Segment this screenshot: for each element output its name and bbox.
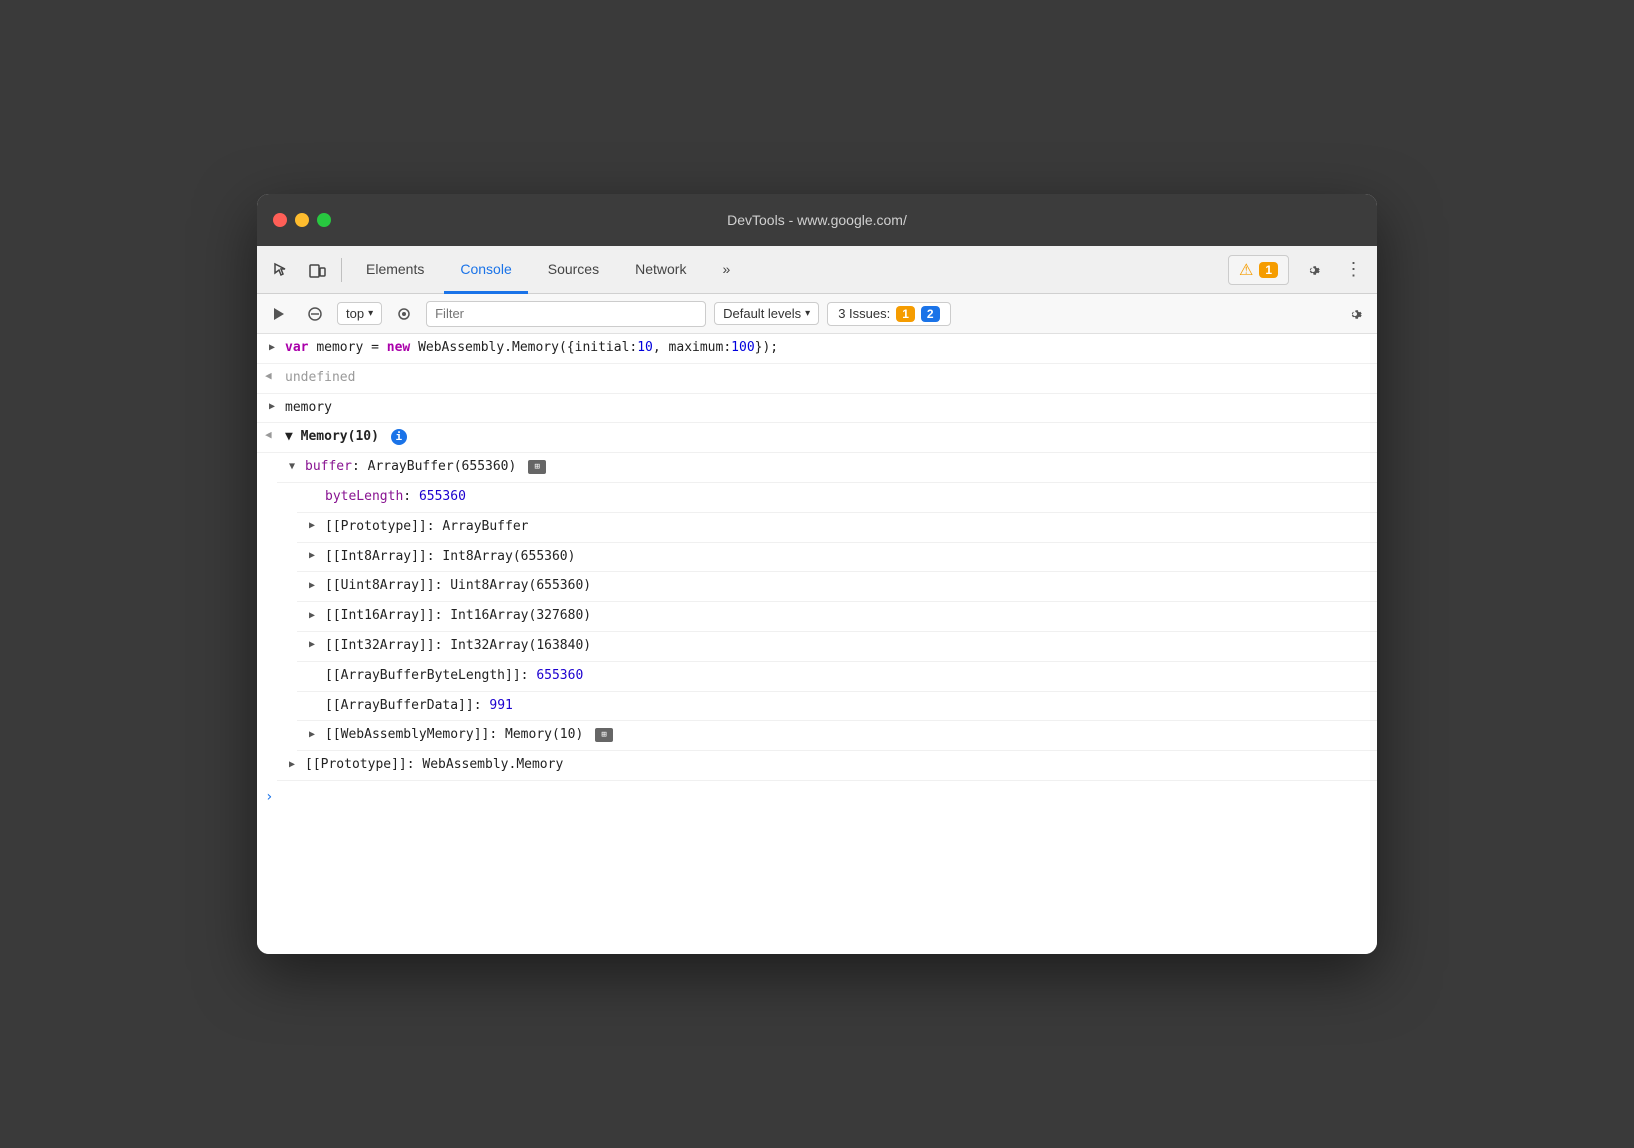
warning-count: 1 (1259, 262, 1278, 278)
warnings-button[interactable]: ⚠ 1 (1228, 255, 1289, 285)
levels-label: Default levels (723, 306, 801, 321)
prototype2-text: [[Prototype]]: WebAssembly.Memory (305, 755, 1369, 776)
undefined-text: undefined (285, 368, 1369, 389)
ellipsis-icon: ⋮ (1345, 259, 1362, 280)
buffer-db-icon: ⊞ (528, 460, 546, 474)
execute-script-button[interactable] (265, 300, 293, 328)
console-prompt[interactable]: › (257, 781, 1377, 813)
more-options-button[interactable]: ⋮ (1337, 254, 1369, 286)
prompt-arrow-icon: › (265, 789, 273, 805)
console-toolbar: top ▾ Default levels ▾ 3 Issues: 1 2 (257, 294, 1377, 334)
console-line-buffer: ▼ buffer: ArrayBuffer(655360) ⊞ (277, 453, 1377, 483)
levels-arrow-icon: ▾ (805, 308, 810, 319)
prototype1-text: [[Prototype]]: ArrayBuffer (325, 517, 1369, 538)
tab-elements[interactable]: Elements (350, 246, 440, 294)
context-selector[interactable]: top ▾ (337, 302, 382, 325)
console-line-int16: [[Int16Array]]: Int16Array(327680) (297, 602, 1377, 632)
memory-text: memory (285, 398, 1369, 419)
console-line-prototype1: [[Prototype]]: ArrayBuffer (297, 513, 1377, 543)
console-line-prototype2: [[Prototype]]: WebAssembly.Memory (277, 751, 1377, 781)
device-toolbar-button[interactable] (301, 254, 333, 286)
webassemblymemory-expand-button[interactable] (305, 727, 319, 741)
console-line-webassemblymemory: [[WebAssemblyMemory]]: Memory(10) ⊞ (297, 721, 1377, 751)
arraybufferbylength-text: [[ArrayBufferByteLength]]: 655360 (325, 666, 1369, 687)
maximize-button[interactable] (317, 213, 331, 227)
tab-network[interactable]: Network (619, 246, 702, 294)
minimize-button[interactable] (295, 213, 309, 227)
tab-sources[interactable]: Sources (532, 246, 615, 294)
console-line1-text: var memory = new WebAssembly.Memory({ini… (285, 338, 1369, 359)
console-line-arraybufferdata: [[ArrayBufferData]]: 991 (297, 692, 1377, 722)
issues-info-count: 2 (921, 306, 940, 322)
expand-memory-button[interactable] (265, 400, 279, 414)
buffer-text: buffer: ArrayBuffer(655360) ⊞ (305, 457, 1369, 478)
warning-icon: ⚠ (1239, 260, 1253, 280)
console-line-uint8: [[Uint8Array]]: Uint8Array(655360) (297, 572, 1377, 602)
context-label: top (346, 306, 364, 321)
buffer-expand-icon[interactable]: ▼ (285, 459, 299, 473)
int16-text: [[Int16Array]]: Int16Array(327680) (325, 606, 1369, 627)
issues-button[interactable]: 3 Issues: 1 2 (827, 302, 950, 326)
traffic-lights (273, 213, 331, 227)
toolbar-divider (341, 258, 342, 282)
prototype1-expand-button[interactable] (305, 519, 319, 533)
int16-expand-button[interactable] (305, 608, 319, 622)
tab-more[interactable]: » (706, 246, 746, 294)
settings-button[interactable] (1297, 254, 1329, 286)
console-output: var memory = new WebAssembly.Memory({ini… (257, 334, 1377, 954)
back-arrow-spacer: ◀ (265, 427, 279, 442)
left-arrow-icon: ◀ (265, 368, 279, 383)
int32-text: [[Int32Array]]: Int32Array(163840) (325, 636, 1369, 657)
devtools-window: DevTools - www.google.com/ Elements Cons… (257, 194, 1377, 954)
uint8-text: [[Uint8Array]]: Uint8Array(655360) (325, 576, 1369, 597)
arraybufferdata-text: [[ArrayBufferData]]: 991 (325, 696, 1369, 717)
wasm-db-icon: ⊞ (595, 728, 613, 742)
console-line-2: ◀ undefined (257, 364, 1377, 394)
filter-input[interactable] (426, 301, 706, 327)
live-expressions-button[interactable] (390, 300, 418, 328)
console-line-1: var memory = new WebAssembly.Memory({ini… (257, 334, 1377, 364)
toolbar-right: ⚠ 1 ⋮ (1228, 254, 1369, 286)
console-line-memory-header: ◀ ▼ Memory(10) i (257, 423, 1377, 453)
int8-text: [[Int8Array]]: Int8Array(655360) (325, 547, 1369, 568)
issues-text: 3 Issues: (838, 306, 890, 321)
console-line-int8: [[Int8Array]]: Int8Array(655360) (297, 543, 1377, 573)
console-line-int32: [[Int32Array]]: Int32Array(163840) (297, 632, 1377, 662)
prototype2-expand-button[interactable] (285, 757, 299, 771)
memory-header-text: ▼ Memory(10) i (285, 427, 1369, 448)
console-line-arraybufferbylength: [[ArrayBufferByteLength]]: 655360 (297, 662, 1377, 692)
uint8-expand-button[interactable] (305, 578, 319, 592)
int32-expand-button[interactable] (305, 638, 319, 652)
bytelength-text: byteLength: 655360 (325, 487, 1369, 508)
expand-line1-button[interactable] (265, 340, 279, 354)
inspect-element-button[interactable] (265, 254, 297, 286)
console-line-3: memory (257, 394, 1377, 424)
memory-info-icon[interactable]: i (391, 429, 407, 445)
console-settings-button[interactable] (1341, 300, 1369, 328)
console-line-bytelength: byteLength: 655360 (297, 483, 1377, 513)
tab-console[interactable]: Console (444, 246, 527, 294)
webassemblymemory-text: [[WebAssemblyMemory]]: Memory(10) ⊞ (325, 725, 1369, 746)
log-levels-button[interactable]: Default levels ▾ (714, 302, 819, 325)
issues-warning-count: 1 (896, 306, 915, 322)
clear-console-button[interactable] (301, 300, 329, 328)
close-button[interactable] (273, 213, 287, 227)
window-title: DevTools - www.google.com/ (727, 212, 907, 228)
dropdown-arrow-icon: ▾ (368, 308, 373, 319)
main-toolbar: Elements Console Sources Network » ⚠ 1 (257, 246, 1377, 294)
titlebar: DevTools - www.google.com/ (257, 194, 1377, 246)
int8-expand-button[interactable] (305, 549, 319, 563)
